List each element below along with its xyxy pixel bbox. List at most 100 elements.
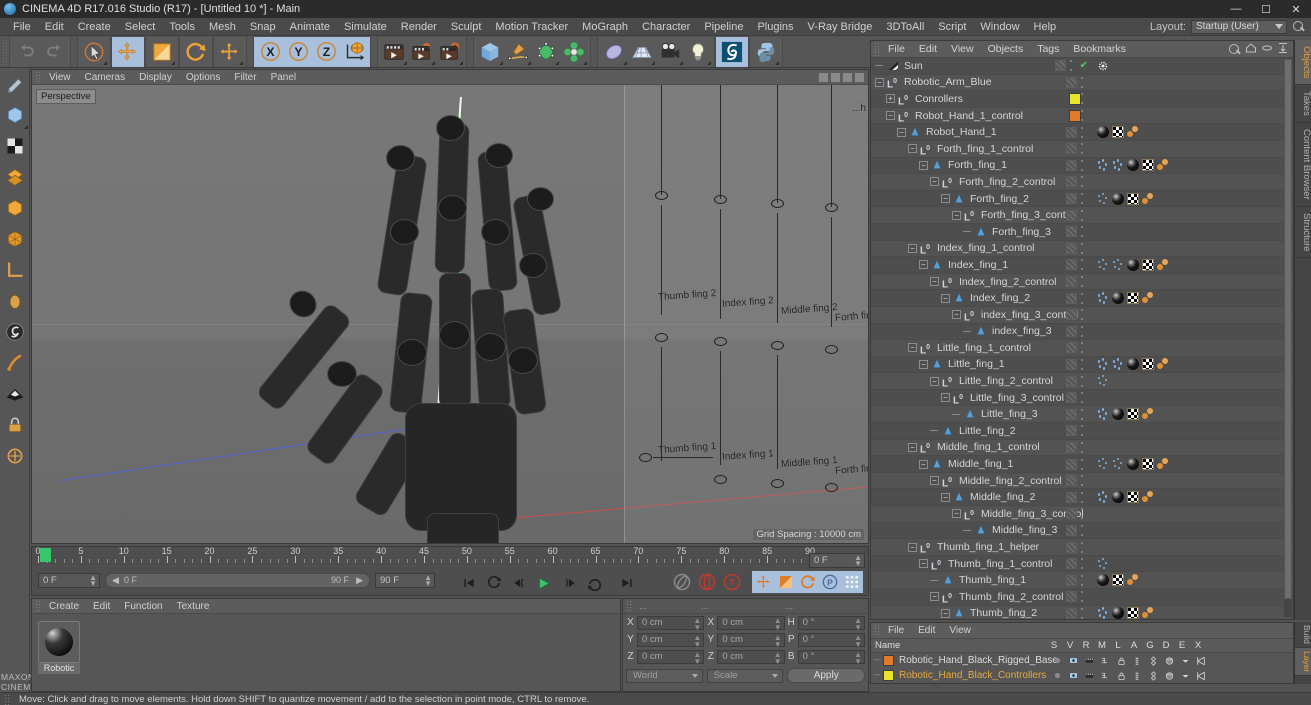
lock-x-axis-button[interactable]: X (256, 38, 284, 66)
play-button[interactable] (532, 572, 556, 594)
object-menu-tags[interactable]: Tags (1030, 43, 1066, 55)
tree-expander[interactable]: − (908, 442, 917, 452)
tab-layer[interactable]: Layer (1295, 647, 1311, 677)
tag-texture-icon[interactable] (1142, 159, 1154, 172)
layer-color-swatch[interactable] (883, 670, 894, 681)
collapse-icon[interactable] (1261, 42, 1273, 57)
visibility-dots[interactable] (1066, 342, 1077, 354)
object-tree-row[interactable]: − L0 Little_fing_1_control (871, 340, 1293, 357)
spinner-icon[interactable]: ▲ ▼ (774, 650, 782, 665)
visibility-toggle-dots[interactable] (1081, 458, 1085, 470)
viewport-menu-panel[interactable]: Panel (264, 72, 304, 83)
spinner-icon[interactable]: ▲ ▼ (774, 633, 782, 648)
autokeying-button[interactable] (697, 572, 717, 592)
spinner-icon[interactable]: ▲ ▼ (424, 574, 432, 588)
add-environment-button[interactable] (600, 38, 628, 66)
tree-expander[interactable]: − (886, 111, 895, 121)
object-tree-row[interactable]: − L0 Robotic_Arm_Blue (871, 74, 1293, 92)
tag-texture-icon[interactable] (1142, 458, 1154, 471)
axis-mode-button[interactable] (1, 255, 29, 285)
search-icon[interactable] (1228, 43, 1241, 56)
layer-menu-view[interactable]: View (942, 625, 978, 636)
visibility-toggle-dots[interactable] (1081, 574, 1085, 586)
menu-window[interactable]: Window (973, 21, 1026, 33)
visibility-toggle-dots[interactable] (1081, 276, 1085, 288)
menu-mograph[interactable]: MoGraph (575, 21, 635, 33)
viewport-canvas[interactable]: Y X Z (32, 85, 868, 543)
goto-start-button[interactable] (457, 572, 481, 594)
tag-constraint-icon[interactable] (1142, 292, 1154, 304)
object-tree-row[interactable]: − L0 Index_fing_2_control (871, 273, 1293, 291)
coord-rotation-field[interactable]: 0 ° ▲ ▼ (797, 615, 865, 631)
tab-objects[interactable]: Objects (1295, 40, 1311, 86)
layer-manager-grip[interactable] (874, 624, 881, 637)
spinner-icon[interactable]: ▲ ▼ (854, 554, 862, 568)
goto-end-button[interactable] (615, 572, 639, 594)
layer-deformer-icon[interactable] (1161, 671, 1177, 681)
visibility-dots[interactable] (1066, 591, 1077, 603)
object-menu-view[interactable]: View (944, 43, 981, 55)
object-tree[interactable]: Sun ✔ − L0 Robotic_Arm_Blue + L0 Conrollers − L0 R… (871, 58, 1293, 619)
visibility-dots[interactable] (1066, 574, 1077, 586)
visibility-dots[interactable] (1066, 541, 1077, 553)
object-tree-row[interactable]: + L0 Conrollers (871, 91, 1293, 108)
layer-manager-icon[interactable] (1097, 671, 1113, 680)
add-camera-button[interactable] (656, 38, 684, 66)
tree-expander[interactable]: − (919, 160, 928, 170)
menu-edit[interactable]: Edit (38, 21, 71, 33)
object-tree-row[interactable]: − L0 Little_fing_3_control (871, 390, 1293, 407)
coord-size-field[interactable]: 0 cm ▲ ▼ (717, 649, 785, 665)
lock-z-axis-button[interactable]: Z (312, 38, 340, 66)
layout-dropdown[interactable]: Startup (User) (1191, 19, 1287, 34)
frame-back-button[interactable] (507, 572, 531, 594)
coord-size-field[interactable]: 0 cm ▲ ▼ (717, 615, 785, 631)
tree-expander[interactable]: − (908, 243, 917, 253)
tag-xpresso-icon[interactable] (1097, 192, 1109, 205)
tag-constraint-icon[interactable] (1142, 491, 1154, 503)
menu-pipeline[interactable]: Pipeline (697, 21, 750, 33)
texture-mode-button[interactable] (1, 131, 29, 161)
visibility-toggle-dots[interactable] (1081, 226, 1085, 238)
tree-expander[interactable]: − (952, 310, 961, 320)
model-mode-button[interactable] (1, 100, 29, 130)
coord-position-field[interactable]: 0 cm ▲ ▼ (637, 615, 705, 631)
layer-view-icon[interactable] (1065, 671, 1081, 680)
tag-texture-icon[interactable] (1127, 491, 1139, 504)
search-icon[interactable] (1292, 20, 1305, 33)
visibility-dots[interactable] (1066, 392, 1077, 404)
tab-structure[interactable]: Structure (1295, 207, 1311, 259)
object-tree-row[interactable]: − Robot_Hand_1 (871, 124, 1293, 141)
lock-y-axis-button[interactable]: Y (284, 38, 312, 66)
tree-expander[interactable]: − (930, 476, 939, 486)
world-object-coordinate-button[interactable] (340, 38, 368, 66)
make-editable-button[interactable] (1, 69, 29, 99)
tag-material-icon[interactable] (1112, 192, 1124, 205)
perspective-viewport[interactable]: ViewCamerasDisplayOptionsFilterPanel Y X… (31, 69, 869, 544)
add-floor-button[interactable] (628, 38, 656, 66)
visibility-toggle-dots[interactable] (1069, 60, 1074, 72)
viewport-menu-cameras[interactable]: Cameras (78, 72, 133, 83)
menu-sculpt[interactable]: Sculpt (444, 21, 489, 33)
visibility-toggle-dots[interactable] (1081, 309, 1085, 321)
coord-position-field[interactable]: 0 cm ▲ ▼ (637, 649, 705, 665)
visibility-toggle-dots[interactable] (1081, 508, 1085, 520)
tag-xpresso-icon[interactable] (1097, 557, 1109, 570)
layer-expression-icon[interactable] (1177, 657, 1193, 665)
tag-material-icon[interactable] (1112, 408, 1124, 421)
menu-help[interactable]: Help (1027, 21, 1064, 33)
visibility-toggle-dots[interactable] (1081, 209, 1085, 221)
object-tree-row[interactable]: − L0 Index_fing_1_control (871, 240, 1293, 258)
visibility-dots[interactable] (1066, 375, 1077, 387)
visibility-toggle-dots[interactable] (1081, 159, 1085, 171)
tag-material-icon[interactable] (1097, 126, 1109, 139)
coord-position-field[interactable]: 0 cm ▲ ▼ (637, 632, 705, 648)
visibility-dots[interactable] (1066, 126, 1077, 138)
menu-create[interactable]: Create (71, 21, 118, 33)
tag-texture-icon[interactable] (1112, 574, 1124, 587)
visibility-dots[interactable] (1066, 358, 1077, 370)
tag-constraint-icon[interactable] (1127, 126, 1139, 138)
tree-expander[interactable]: − (919, 359, 928, 369)
viewport-menu-display[interactable]: Display (132, 72, 179, 83)
polygons-mode-button[interactable] (1, 224, 29, 254)
key-param-button[interactable]: P (819, 572, 840, 592)
